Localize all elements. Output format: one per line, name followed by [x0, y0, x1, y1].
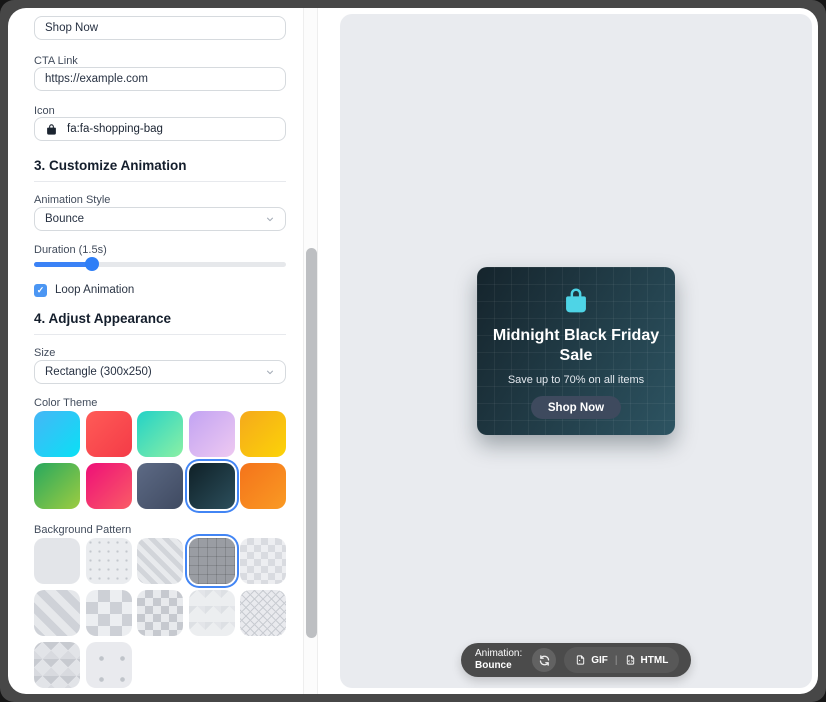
shopping-bag-icon: [45, 123, 58, 136]
loop-animation-row: ✓ Loop Animation: [34, 283, 134, 297]
color-theme-label: Color Theme: [34, 397, 286, 409]
color-swatch-green-lime[interactable]: [34, 463, 80, 509]
preview-toolbar: Animation: Bounce GIF: [461, 643, 691, 677]
slider-thumb[interactable]: [85, 257, 99, 271]
slider-fill: [34, 262, 92, 267]
color-swatch-magenta-pink[interactable]: [86, 463, 132, 509]
background-pattern-label: Background Pattern: [34, 524, 286, 536]
size-value: Rectangle (300x250): [45, 366, 152, 378]
size-label: Size: [34, 347, 286, 359]
app-window: CTA Link Icon fa:fa-shopping-bag 3. Cust…: [8, 8, 818, 694]
shopping-bag-icon: [561, 286, 591, 315]
color-swatch-orange[interactable]: [240, 463, 286, 509]
color-swatch-midnight[interactable]: [189, 463, 235, 509]
loop-animation-checkbox[interactable]: ✓: [34, 284, 47, 297]
color-swatch-sky-cyan[interactable]: [34, 411, 80, 457]
pattern-swatch-triangle-mosaic[interactable]: [189, 590, 235, 636]
customize-animation-heading: 3. Customize Animation: [34, 158, 286, 173]
loop-animation-label: Loop Animation: [55, 284, 134, 296]
export-gif-button[interactable]: GIF: [575, 654, 608, 666]
pattern-swatch-large-diamonds[interactable]: [86, 590, 132, 636]
settings-sidebar: CTA Link Icon fa:fa-shopping-bag 3. Cust…: [34, 8, 286, 694]
size-select[interactable]: Rectangle (300x250): [34, 360, 286, 384]
chevron-down-icon: [265, 214, 275, 224]
sidebar-scrollbar-track[interactable]: [303, 8, 318, 694]
banner-preview: Midnight Black Friday Sale Save up to 70…: [477, 267, 675, 435]
animation-style-label: Animation Style: [34, 194, 286, 206]
pattern-swatch-small-diamonds[interactable]: [240, 538, 286, 584]
file-image-icon: [575, 654, 586, 666]
pattern-swatch-diamond-dots[interactable]: [86, 642, 132, 688]
banner-cta-button[interactable]: Shop Now: [531, 396, 621, 419]
pattern-swatch-plain[interactable]: [34, 538, 80, 584]
cta-text-input[interactable]: [34, 16, 286, 40]
banner-subtitle: Save up to 70% on all items: [508, 374, 644, 386]
color-swatch-lavender[interactable]: [189, 411, 235, 457]
file-code-icon: [625, 654, 636, 666]
pattern-swatch-wide-stripes[interactable]: [34, 590, 80, 636]
window-frame: CTA Link Icon fa:fa-shopping-bag 3. Cust…: [0, 0, 826, 702]
icon-input-value: fa:fa-shopping-bag: [67, 123, 163, 135]
chevron-down-icon: [265, 367, 275, 377]
refresh-button[interactable]: [532, 648, 556, 672]
animation-status-label: Animation:: [475, 648, 522, 659]
color-theme-grid: [34, 411, 286, 509]
color-swatch-red[interactable]: [86, 411, 132, 457]
duration-slider[interactable]: [34, 257, 286, 271]
section-divider: [34, 334, 286, 335]
export-button-group: GIF | HTML: [564, 647, 679, 673]
preview-panel: Midnight Black Friday Sale Save up to 70…: [340, 14, 812, 688]
pattern-swatch-checkerboard[interactable]: [137, 590, 183, 636]
color-swatch-slate[interactable]: [137, 463, 183, 509]
refresh-icon: [538, 654, 551, 667]
section-divider: [34, 181, 286, 182]
animation-status-value: Bounce: [475, 660, 522, 673]
pattern-swatch-grid[interactable]: [189, 538, 235, 584]
export-html-button[interactable]: HTML: [625, 654, 669, 666]
export-html-label: HTML: [641, 655, 669, 666]
sidebar-scrollbar-thumb[interactable]: [306, 248, 317, 638]
icon-label: Icon: [34, 105, 286, 117]
pattern-swatch-dots[interactable]: [86, 538, 132, 584]
cta-link-label: CTA Link: [34, 55, 286, 67]
icon-input[interactable]: fa:fa-shopping-bag: [34, 117, 286, 141]
adjust-appearance-heading: 4. Adjust Appearance: [34, 311, 286, 326]
background-pattern-grid: [34, 538, 286, 688]
color-swatch-teal-green[interactable]: [137, 411, 183, 457]
animation-style-select[interactable]: Bounce: [34, 207, 286, 231]
animation-status: Animation: Bounce: [475, 648, 522, 673]
toolbar-separator: |: [615, 655, 618, 666]
cta-link-input[interactable]: [34, 67, 286, 91]
banner-title: Midnight Black Friday Sale: [491, 326, 661, 366]
duration-label: Duration (1.5s): [34, 244, 286, 256]
export-gif-label: GIF: [591, 655, 608, 666]
pattern-swatch-diagonal-stripes[interactable]: [137, 538, 183, 584]
color-swatch-amber-yellow[interactable]: [240, 411, 286, 457]
animation-style-value: Bounce: [45, 213, 84, 225]
pattern-swatch-crosshatch[interactable]: [240, 590, 286, 636]
pattern-swatch-pyramids[interactable]: [34, 642, 80, 688]
